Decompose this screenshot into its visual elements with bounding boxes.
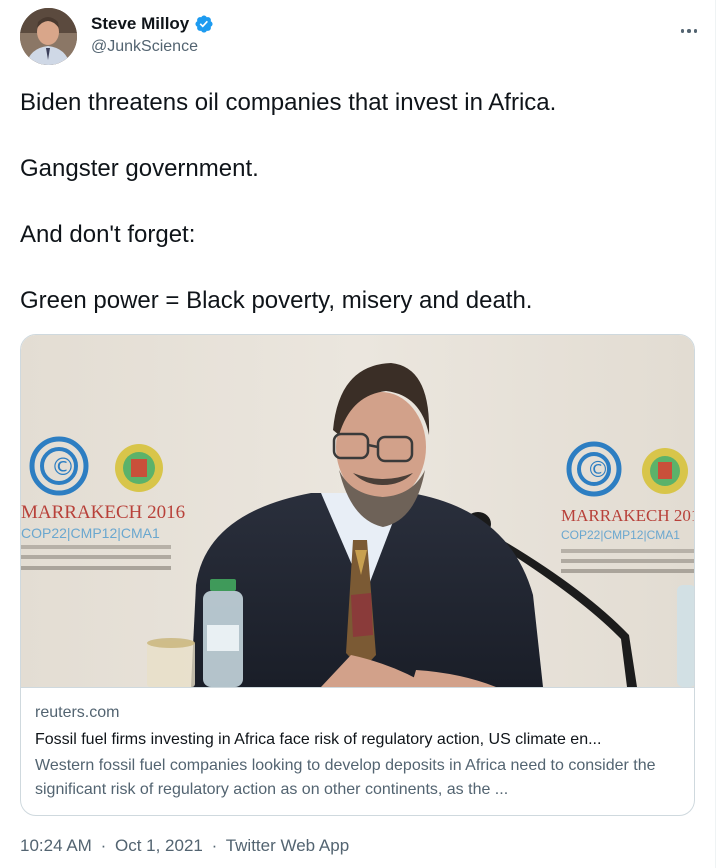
tweet-line: And don't forget: xyxy=(20,221,196,248)
water-bottle-icon xyxy=(203,579,243,687)
verified-badge-icon xyxy=(194,14,214,34)
card-photo[interactable]: © MARRAKECH 2016 COP22|CMP12|CMA1 © MARR… xyxy=(21,335,695,687)
author-names: Steve Milloy @JunkScience xyxy=(91,14,214,56)
tweet-source[interactable]: Twitter Web App xyxy=(226,836,349,855)
water-bottle-right-icon xyxy=(677,585,694,687)
card-title[interactable]: Fossil fuel firms investing in Africa fa… xyxy=(35,728,682,752)
tweet-header: Steve Milloy @JunkScience xyxy=(20,8,700,68)
avatar[interactable] xyxy=(20,8,77,65)
left-sign-title: MARRAKECH 2016 xyxy=(21,502,185,523)
tweet-line: Biden threatens oil companies that inves… xyxy=(20,89,557,116)
cop22-logo-icon xyxy=(115,444,163,492)
separator: · xyxy=(100,836,107,855)
author-handle[interactable]: @JunkScience xyxy=(91,38,214,56)
un-logo-icon: © xyxy=(29,436,89,496)
separator: · xyxy=(211,836,218,855)
tweet-line: Green power = Black poverty, misery and … xyxy=(20,287,533,314)
more-horizontal-icon[interactable] xyxy=(678,20,700,42)
svg-text:©: © xyxy=(51,453,75,481)
tweet-date[interactable]: Oct 1, 2021 xyxy=(115,836,203,855)
right-sign-sub: COP22|CMP12|CMA1 xyxy=(561,528,680,542)
display-name-row: Steve Milloy xyxy=(91,14,214,34)
link-card[interactable]: © MARRAKECH 2016 COP22|CMP12|CMA1 © MARR… xyxy=(20,334,695,816)
svg-text:©: © xyxy=(587,458,609,483)
avatar-photo xyxy=(20,8,77,65)
card-domain: reuters.com xyxy=(35,704,120,721)
tweet-body: Biden threatens oil companies that inves… xyxy=(20,87,700,351)
left-sign-sub: COP22|CMP12|CMA1 xyxy=(21,525,160,541)
tweet-line: Gangster government. xyxy=(20,155,259,182)
tweet-time[interactable]: 10:24 AM xyxy=(20,836,92,855)
tweet-meta: 10:24 AM · Oct 1, 2021 · Twitter Web App xyxy=(20,836,349,856)
card-description: Western fossil fuel companies looking to… xyxy=(35,757,656,798)
card-meta: reuters.com Fossil fuel firms investing … xyxy=(21,687,694,815)
display-name[interactable]: Steve Milloy xyxy=(91,14,189,34)
glass-icon xyxy=(147,638,195,687)
cop22-logo-icon-right xyxy=(642,448,688,494)
right-sign-title: MARRAKECH 2016 xyxy=(561,506,695,525)
tweet-container: Steve Milloy @JunkScience Biden threaten… xyxy=(0,0,716,868)
